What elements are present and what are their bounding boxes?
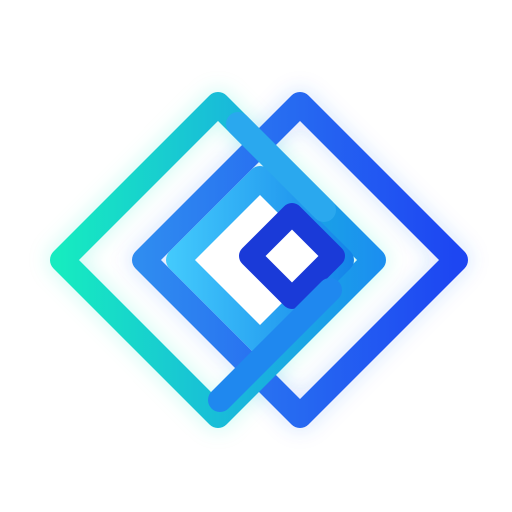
app-icon-canvas (0, 0, 512, 512)
interlocking-diamonds-logo-icon (48, 90, 470, 430)
